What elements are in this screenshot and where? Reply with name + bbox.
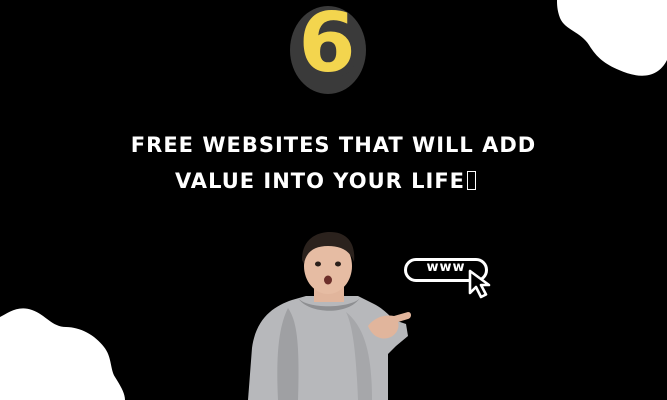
headline-line-1: FREE WEBSITES THAT WILL ADD	[130, 133, 537, 157]
glyph-box	[467, 171, 477, 190]
cursor-arrow-icon	[468, 269, 491, 299]
number-badge: 6	[270, 0, 380, 100]
www-url-badge: www	[401, 256, 501, 301]
corner-blob-top-right	[557, 0, 667, 76]
corner-blob-bottom-left	[0, 308, 125, 400]
headline-line-2-text: VALUE INTO YOUR LIFE	[174, 169, 466, 193]
headline-line-2: VALUE INTO YOUR LIFE	[0, 171, 659, 192]
person-pointing-image	[248, 232, 411, 400]
number-badge-text: 6	[298, 0, 356, 91]
